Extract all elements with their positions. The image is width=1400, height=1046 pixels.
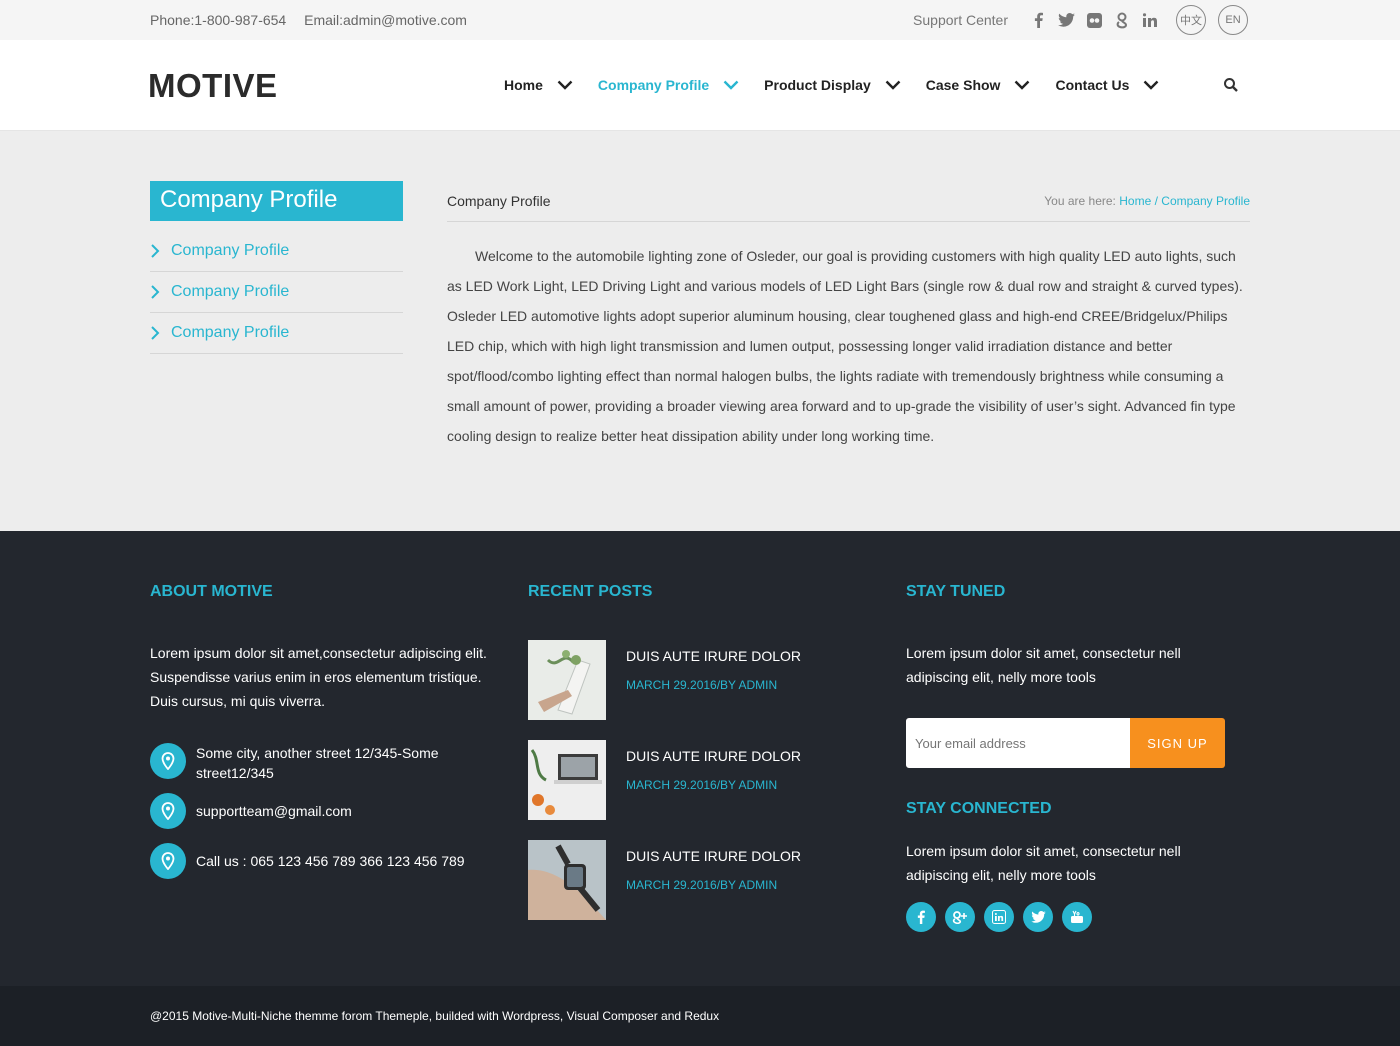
linkedin-icon[interactable] (984, 902, 1014, 932)
sidebar-item-company-profile[interactable]: Company Profile (150, 272, 403, 313)
nav-item-contact-us[interactable]: Contact Us (1055, 77, 1159, 93)
nav-label: Case Show (925, 77, 1001, 93)
support-center-link[interactable]: Support Center (913, 12, 1008, 28)
search-icon[interactable] (1223, 77, 1239, 93)
post-title[interactable]: DUIS AUTE IRURE DOLOR (626, 748, 801, 764)
address-row: Some city, another street 12/345-Some st… (150, 743, 466, 783)
breadcrumb-separator: / (1154, 194, 1158, 208)
nav-label: Contact Us (1055, 77, 1130, 93)
nav-label: Company Profile (597, 77, 710, 93)
nav-item-home[interactable]: Home (504, 77, 573, 93)
nav-label: Home (504, 77, 543, 93)
sidebar-item-company-profile[interactable]: Company Profile (150, 313, 403, 354)
post-title[interactable]: DUIS AUTE IRURE DOLOR (626, 648, 801, 664)
chevron-down-icon (557, 80, 573, 90)
sidebar-title: Company Profile (150, 181, 403, 221)
sidebar-list: Company Profile Company Profile Company … (150, 231, 403, 354)
chevron-right-icon (151, 285, 160, 299)
post-date: MARCH 29.2016/BY ADMIN (626, 878, 778, 892)
post-date: MARCH 29.2016/BY ADMIN (626, 678, 778, 692)
nav-item-company-profile[interactable]: Company Profile (598, 77, 739, 93)
phone-row: Call us : 065 123 456 789 366 123 456 78… (150, 843, 496, 879)
google-plus-icon[interactable] (1113, 11, 1131, 29)
address-text: Some city, another street 12/345-Some st… (196, 745, 439, 781)
breadcrumb: You are here: Home / Company Profile (1044, 194, 1250, 208)
lang-en-button[interactable]: EN (1218, 5, 1248, 35)
page-title: Company Profile (447, 193, 551, 209)
twitter-icon[interactable] (1023, 902, 1053, 932)
content-header: Company Profile You are here: Home / Com… (447, 190, 1250, 222)
post-title[interactable]: DUIS AUTE IRURE DOLOR (626, 848, 801, 864)
top-contact: Phone:1-800-987-654 Email:admin@motive.c… (150, 12, 481, 28)
sidebar-item-label: Company Profile (171, 283, 290, 300)
breadcrumb-prefix: You are here: (1044, 194, 1116, 208)
sign-up-button[interactable]: SIGN UP (1130, 718, 1225, 768)
subscribe-form: SIGN UP (906, 718, 1225, 768)
recent-post[interactable]: DUIS AUTE IRURE DOLOR MARCH 29.2016/BY A… (528, 640, 868, 720)
article-body: Welcome to the automobile lighting zone … (447, 248, 1243, 444)
lang-cn-button[interactable]: 中文 (1176, 5, 1206, 35)
chevron-right-icon (151, 326, 160, 340)
stay-tuned-title: STAY TUNED (906, 583, 1006, 600)
phone-text: Call us : 065 123 456 789 366 123 456 78… (196, 853, 465, 869)
post-thumbnail[interactable] (528, 640, 606, 720)
recent-post[interactable]: DUIS AUTE IRURE DOLOR MARCH 29.2016/BY A… (528, 840, 868, 920)
recent-post[interactable]: DUIS AUTE IRURE DOLOR MARCH 29.2016/BY A… (528, 740, 868, 820)
map-pin-icon (150, 793, 186, 829)
google-plus-icon[interactable] (945, 902, 975, 932)
sidebar-item-label: Company Profile (171, 324, 290, 341)
post-thumbnail[interactable] (528, 840, 606, 920)
breadcrumb-current[interactable]: Company Profile (1161, 194, 1250, 208)
about-text: Lorem ipsum dolor sit amet,consectetur a… (150, 645, 487, 709)
post-date: MARCH 29.2016/BY ADMIN (626, 778, 778, 792)
email-text: Email:admin@motive.com (304, 12, 467, 28)
post-thumbnail[interactable] (528, 740, 606, 820)
sidebar-item-label: Company Profile (171, 242, 290, 259)
site-header: MOTIVE Home Company Profile Product Disp… (0, 40, 1400, 131)
phone-text: Phone:1-800-987-654 (150, 12, 287, 28)
chevron-down-icon (1144, 80, 1159, 90)
email-subscribe-input[interactable] (906, 718, 1130, 768)
top-bar: Phone:1-800-987-654 Email:admin@motive.c… (0, 0, 1400, 40)
map-pin-icon (150, 743, 186, 779)
footer-social (906, 902, 1101, 932)
youtube-icon[interactable] (1062, 902, 1092, 932)
facebook-icon[interactable] (1029, 11, 1047, 29)
breadcrumb-home-link[interactable]: Home (1119, 194, 1151, 208)
facebook-icon[interactable] (906, 902, 936, 932)
chevron-down-icon (1015, 80, 1030, 90)
linkedin-icon[interactable] (1141, 11, 1159, 29)
main-nav: Home Company Profile Product Display Cas… (504, 77, 1238, 93)
nav-label: Product Display (764, 77, 871, 93)
nav-item-case-show[interactable]: Case Show (926, 77, 1031, 93)
chevron-down-icon (723, 80, 739, 90)
chevron-right-icon (151, 244, 160, 258)
chevron-down-icon (885, 80, 901, 90)
nav-item-product-display[interactable]: Product Display (764, 77, 901, 93)
site-footer: ABOUT MOTIVE Lorem ipsum dolor sit amet,… (0, 531, 1400, 986)
about-title: ABOUT MOTIVE (150, 583, 273, 600)
sidebar-item-company-profile[interactable]: Company Profile (150, 231, 403, 272)
copyright-bar: @2015 Motive-Multi-Niche themme forom Th… (0, 986, 1400, 1046)
site-logo[interactable]: MOTIVE (148, 67, 278, 105)
footer-email-link[interactable]: supportteam@gmail.com (196, 801, 466, 821)
main-content: Company Profile Company Profile Company … (0, 131, 1400, 531)
stay-connected-title: STAY CONNECTED (906, 800, 1052, 817)
stay-tuned-text: Lorem ipsum dolor sit amet, consectetur … (906, 645, 1181, 685)
flickr-icon[interactable] (1085, 11, 1103, 29)
top-right: Support Center 中文 EN (913, 5, 1248, 35)
map-pin-icon (150, 843, 186, 879)
recent-posts-title: RECENT POSTS (528, 583, 653, 600)
email-row: supportteam@gmail.com (150, 793, 466, 829)
twitter-icon[interactable] (1057, 11, 1075, 29)
stay-connected-text: Lorem ipsum dolor sit amet, consectetur … (906, 843, 1181, 883)
copyright-text: @2015 Motive-Multi-Niche themme forom Th… (150, 1009, 720, 1023)
